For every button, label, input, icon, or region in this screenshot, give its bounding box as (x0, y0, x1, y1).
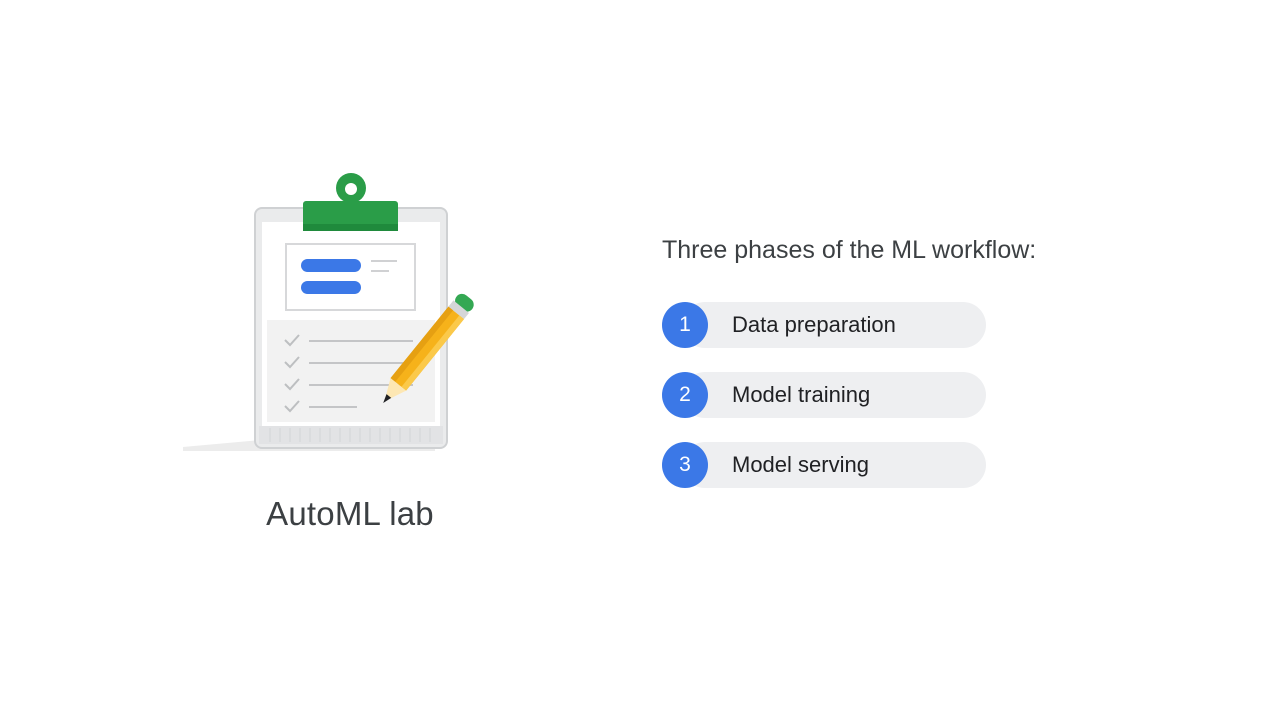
phase-label: Model serving (732, 452, 869, 477)
phase-label: Data preparation (732, 312, 896, 337)
phase-number-badge: 1 (662, 302, 708, 348)
workflow-heading: Three phases of the ML workflow: (662, 236, 1037, 264)
phase-number-badge: 2 (662, 372, 708, 418)
phase-item-data-preparation: 1 Data preparation (662, 302, 992, 348)
phase-label: Model training (732, 382, 871, 407)
slide: AutoML lab Three phases of the ML workfl… (0, 0, 1280, 720)
phase-item-model-serving: 3 Model serving (662, 442, 992, 488)
phase-list: 1 Data preparation 2 Model training 3 Mo… (662, 302, 992, 512)
phase-item-model-training: 2 Model training (662, 372, 992, 418)
clipboard-pencil-icon (175, 170, 495, 460)
lab-title: AutoML lab (266, 495, 434, 532)
phase-number-badge: 3 (662, 442, 708, 488)
